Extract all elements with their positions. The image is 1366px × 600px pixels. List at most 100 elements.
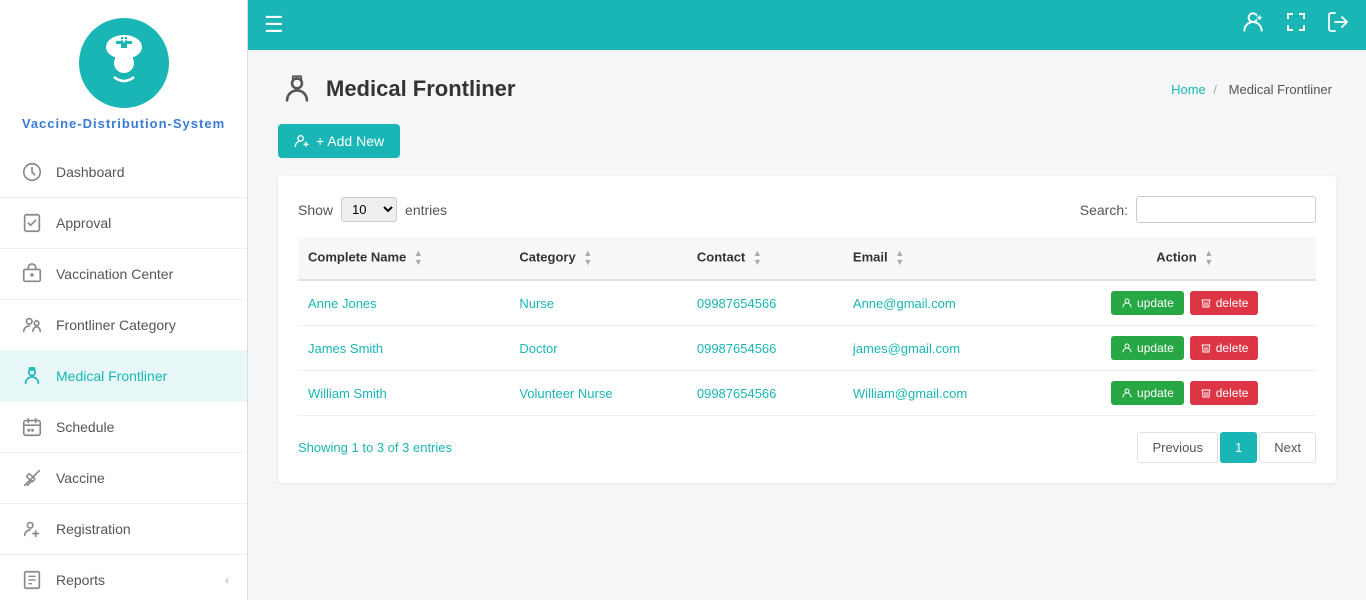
user-profile-icon[interactable] (1240, 9, 1266, 41)
cell-email-0: Anne@gmail.com (843, 280, 1054, 326)
sidebar-item-registration[interactable]: Registration (0, 504, 247, 555)
schedule-icon (18, 413, 46, 441)
sidebar-item-label-registration: Registration (56, 521, 229, 537)
cell-name-0: Anne Jones (298, 280, 509, 326)
logout-icon[interactable] (1326, 10, 1350, 40)
breadcrumb-current: Medical Frontliner (1229, 82, 1332, 97)
showing-of: of (388, 440, 399, 455)
showing-total: 3 (402, 440, 409, 455)
entries-select[interactable]: 10 25 50 100 (341, 197, 397, 222)
reports-icon (18, 566, 46, 594)
dashboard-icon (18, 158, 46, 186)
breadcrumb-home[interactable]: Home (1171, 82, 1206, 97)
showing-range: 1 to 3 (352, 440, 385, 455)
sidebar-item-label-dashboard: Dashboard (56, 164, 229, 180)
vaccination-center-icon (18, 260, 46, 288)
table-footer: Showing 1 to 3 of 3 entries Previous 1 N… (298, 432, 1316, 463)
sidebar-item-vaccine[interactable]: Vaccine (0, 453, 247, 504)
showing-suffix: entries (413, 440, 452, 455)
update-button-1[interactable]: update (1111, 336, 1184, 360)
logo-svg (94, 33, 154, 93)
cell-email-1: james@gmail.com (843, 326, 1054, 371)
sidebar-logo: Vaccine-Distribution-System (0, 0, 247, 147)
sort-contact-icon: ▲▼ (753, 249, 762, 267)
expand-icon[interactable] (1284, 10, 1308, 40)
delete-button-0[interactable]: delete (1190, 291, 1259, 315)
topbar: ☰ (248, 0, 1366, 50)
search-label: Search: (1080, 202, 1128, 218)
showing-prefix: Showing (298, 440, 348, 455)
cell-category-2: Volunteer Nurse (509, 371, 687, 416)
main-content: ☰ Medical Frontliner (248, 0, 1366, 600)
frontliner-category-icon (18, 311, 46, 339)
col-category: Category ▲▼ (509, 237, 687, 280)
sidebar-item-medical-frontliner[interactable]: Medical Frontliner (0, 351, 247, 402)
show-label: Show (298, 202, 333, 218)
sidebar-item-label-vaccination-center: Vaccination Center (56, 266, 229, 282)
col-name: Complete Name ▲▼ (298, 237, 509, 280)
sort-name-icon: ▲▼ (414, 249, 423, 267)
table-header-row: Complete Name ▲▼ Category ▲▼ Contact ▲▼ (298, 237, 1316, 280)
table-card: Show 10 25 50 100 entries Search: (278, 176, 1336, 483)
delete-button-2[interactable]: delete (1190, 381, 1259, 405)
delete-button-1[interactable]: delete (1190, 336, 1259, 360)
content-area: Medical Frontliner Home / Medical Frontl… (248, 50, 1366, 600)
table-row: James Smith Doctor 09987654566 james@gma… (298, 326, 1316, 371)
showing-text: Showing 1 to 3 of 3 entries (298, 440, 452, 455)
hamburger-menu-icon[interactable]: ☰ (264, 12, 284, 38)
entries-label: entries (405, 202, 447, 218)
sidebar-title: Vaccine-Distribution-System (22, 116, 225, 131)
cell-action-2: update delete (1054, 371, 1317, 416)
add-person-icon (294, 133, 310, 149)
data-table: Complete Name ▲▼ Category ▲▼ Contact ▲▼ (298, 237, 1316, 416)
search-input[interactable] (1136, 196, 1316, 223)
page-title-area: Medical Frontliner (278, 70, 515, 108)
show-entries: Show 10 25 50 100 entries (298, 197, 447, 222)
cell-contact-2: 09987654566 (687, 371, 843, 416)
sidebar-item-schedule[interactable]: Schedule (0, 402, 247, 453)
sidebar-item-reports[interactable]: Reports ‹ (0, 555, 247, 600)
sort-action-icon: ▲▼ (1204, 249, 1213, 267)
breadcrumb-separator: / (1213, 82, 1217, 97)
cell-email-2: William@gmail.com (843, 371, 1054, 416)
cell-action-1: update delete (1054, 326, 1317, 371)
search-area: Search: (1080, 196, 1316, 223)
update-button-2[interactable]: update (1111, 381, 1184, 405)
cell-name-2: William Smith (298, 371, 509, 416)
cell-action-0: update delete (1054, 280, 1317, 326)
medical-frontliner-icon (18, 362, 46, 390)
sidebar-item-label-reports: Reports (56, 572, 225, 588)
sidebar-item-approval[interactable]: Approval (0, 198, 247, 249)
sidebar-item-vaccination-center[interactable]: Vaccination Center (0, 249, 247, 300)
sidebar-item-dashboard[interactable]: Dashboard (0, 147, 247, 198)
next-button[interactable]: Next (1259, 432, 1316, 463)
col-email: Email ▲▼ (843, 237, 1054, 280)
sort-email-icon: ▲▼ (895, 249, 904, 267)
previous-button[interactable]: Previous (1137, 432, 1218, 463)
breadcrumb: Home / Medical Frontliner (1171, 82, 1336, 97)
add-new-button[interactable]: + Add New (278, 124, 400, 158)
cell-category-1: Doctor (509, 326, 687, 371)
sidebar-item-frontliner-category[interactable]: Frontliner Category (0, 300, 247, 351)
add-new-label: + Add New (316, 133, 384, 149)
cell-name-1: James Smith (298, 326, 509, 371)
reports-arrow-icon: ‹ (225, 573, 229, 587)
table-row: Anne Jones Nurse 09987654566 Anne@gmail.… (298, 280, 1316, 326)
registration-icon (18, 515, 46, 543)
sidebar-item-label-frontliner-category: Frontliner Category (56, 317, 229, 333)
vaccine-icon (18, 464, 46, 492)
sidebar-nav: Dashboard Approval Vaccination Center Fr… (0, 147, 247, 600)
page-1-button[interactable]: 1 (1220, 432, 1257, 463)
sidebar-item-label-schedule: Schedule (56, 419, 229, 435)
sidebar-item-label-approval: Approval (56, 215, 229, 231)
sidebar: Vaccine-Distribution-System Dashboard Ap… (0, 0, 248, 600)
update-button-0[interactable]: update (1111, 291, 1184, 315)
page-title: Medical Frontliner (326, 76, 515, 102)
approval-icon (18, 209, 46, 237)
col-contact: Contact ▲▼ (687, 237, 843, 280)
table-controls: Show 10 25 50 100 entries Search: (298, 196, 1316, 223)
pagination: Previous 1 Next (1137, 432, 1316, 463)
cell-contact-0: 09987654566 (687, 280, 843, 326)
table-body: Anne Jones Nurse 09987654566 Anne@gmail.… (298, 280, 1316, 416)
sort-category-icon: ▲▼ (583, 249, 592, 267)
